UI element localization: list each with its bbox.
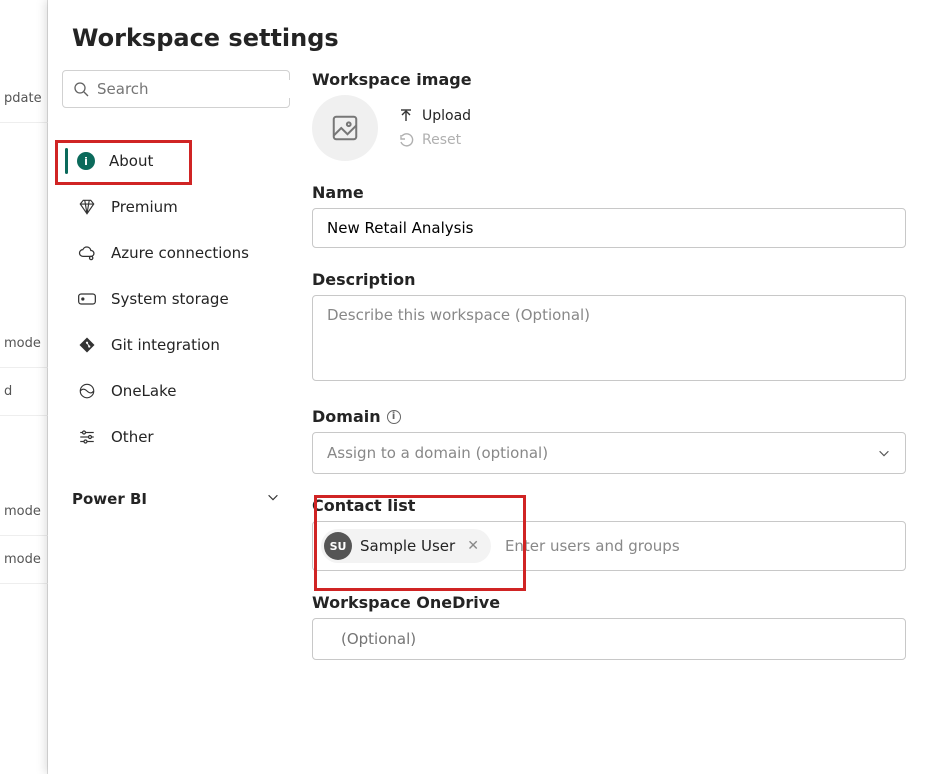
- description-label: Description: [312, 270, 906, 289]
- reset-label: Reset: [422, 132, 461, 148]
- reset-button: Reset: [398, 132, 471, 148]
- nav-label: Git integration: [111, 336, 220, 354]
- upload-label: Upload: [422, 108, 471, 124]
- cloud-icon: [77, 243, 97, 263]
- contact-placeholder: Enter users and groups: [499, 537, 680, 555]
- name-input[interactable]: [312, 208, 906, 248]
- nav-label: Azure connections: [111, 244, 249, 262]
- bg-row: mode: [0, 536, 48, 584]
- nav-label: Other: [111, 428, 154, 446]
- nav-item-onelake[interactable]: OneLake: [62, 368, 290, 414]
- bg-row: mode: [0, 488, 48, 536]
- nav-item-about[interactable]: i About: [62, 138, 290, 184]
- nav-label: About: [109, 152, 153, 170]
- upload-icon: [398, 108, 414, 124]
- nav-item-storage[interactable]: System storage: [62, 276, 290, 322]
- diamond-icon: [77, 197, 97, 217]
- domain-select[interactable]: Assign to a domain (optional): [312, 432, 906, 474]
- onedrive-label: Workspace OneDrive: [312, 593, 906, 612]
- settings-panel: Workspace settings i About Premium: [48, 0, 950, 774]
- sliders-icon: [77, 427, 97, 447]
- settings-main: Workspace image Upload Reset: [304, 62, 950, 774]
- workspace-image-label: Workspace image: [312, 70, 906, 89]
- contact-list-label: Contact list: [312, 496, 906, 515]
- search-icon: [73, 79, 89, 99]
- bg-row: d: [0, 368, 48, 416]
- domain-placeholder: Assign to a domain (optional): [327, 444, 548, 462]
- domain-label-text: Domain: [312, 407, 381, 426]
- nav-label: System storage: [111, 290, 229, 308]
- info-icon[interactable]: i: [387, 410, 401, 424]
- chevron-down-icon: [266, 490, 280, 508]
- nav-label: Premium: [111, 198, 178, 216]
- nav-item-azure[interactable]: Azure connections: [62, 230, 290, 276]
- settings-sidebar: i About Premium Azure connections Syste: [48, 62, 304, 774]
- section-power-bi[interactable]: Power BI: [62, 460, 290, 516]
- undo-icon: [398, 132, 414, 148]
- section-label: Power BI: [72, 490, 147, 508]
- storage-icon: [77, 289, 97, 309]
- description-input[interactable]: [312, 295, 906, 381]
- avatar: SU: [324, 532, 352, 560]
- chevron-down-icon: [877, 446, 891, 460]
- onelake-icon: [77, 381, 97, 401]
- remove-chip-button[interactable]: ✕: [463, 538, 483, 554]
- domain-label: Domain i: [312, 407, 906, 426]
- bg-row: mode: [0, 320, 48, 368]
- bg-row: pdate: [0, 75, 48, 123]
- image-icon: [330, 113, 360, 143]
- person-chip: SU Sample User ✕: [321, 529, 491, 563]
- background-left-column: pdate mode d mode mode: [0, 0, 48, 774]
- search-input-wrap[interactable]: [62, 70, 290, 108]
- git-icon: [77, 335, 97, 355]
- info-icon: i: [77, 152, 95, 170]
- nav-item-git[interactable]: Git integration: [62, 322, 290, 368]
- contact-list-input[interactable]: SU Sample User ✕ Enter users and groups: [312, 521, 906, 571]
- nav-item-premium[interactable]: Premium: [62, 184, 290, 230]
- name-label: Name: [312, 183, 906, 202]
- nav-item-other[interactable]: Other: [62, 414, 290, 460]
- upload-button[interactable]: Upload: [398, 108, 471, 124]
- nav-label: OneLake: [111, 382, 176, 400]
- onedrive-input[interactable]: [312, 618, 906, 660]
- search-input[interactable]: [97, 80, 291, 98]
- workspace-image-placeholder: [312, 95, 378, 161]
- page-title: Workspace settings: [48, 0, 950, 62]
- person-name: Sample User: [360, 537, 455, 555]
